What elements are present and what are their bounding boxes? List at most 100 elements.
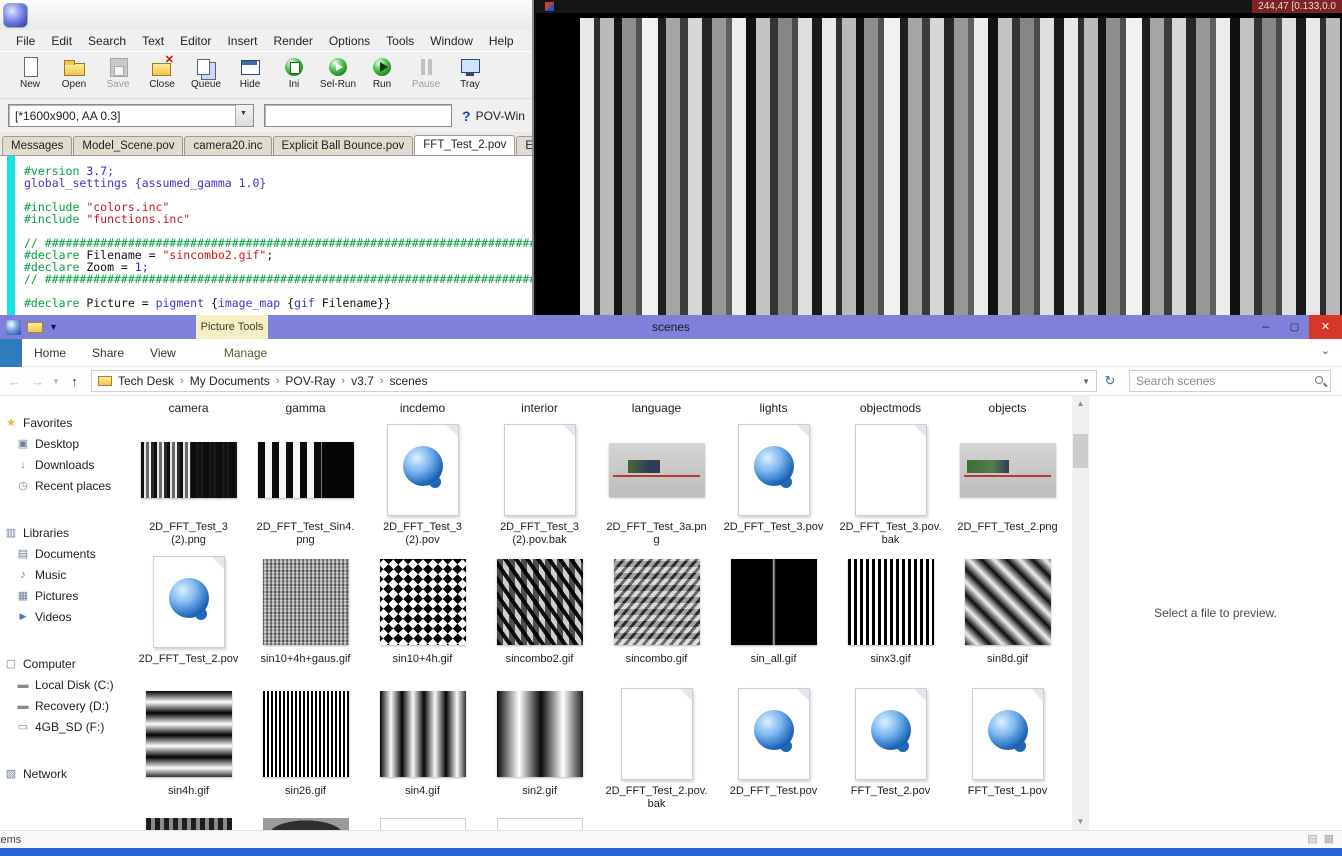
sidebar-item-pictures[interactable]: ▦Pictures [0, 585, 122, 606]
history-dropdown-icon[interactable] [50, 377, 62, 386]
file-sinx3-gif[interactable]: sinx3.gif [832, 554, 949, 686]
toolbar-run-button[interactable]: Run [360, 55, 404, 90]
file-2d-fft-test-2-pov[interactable]: 2D_FFT_Test_2.pov [130, 554, 247, 686]
scroll-up-icon[interactable] [1072, 396, 1089, 412]
toolbar-open-button[interactable]: Open [52, 55, 96, 90]
file-2d-fft-test-3-pov-bak[interactable]: 2D_FFT_Test_3.pov.bak [832, 422, 949, 554]
sidebar-item-videos[interactable]: ▶Videos [0, 606, 122, 627]
editor-tab-eval-pi[interactable]: Eval_pi [516, 136, 532, 155]
file-2d-fft-test-3-pov[interactable]: 2D_FFT_Test_3.pov [715, 422, 832, 554]
breadcrumb-item-pov-ray[interactable]: POV-Ray [285, 374, 335, 388]
toolbar-save-button[interactable]: Save [96, 55, 140, 90]
details-view-icon[interactable]: ▤ [1307, 832, 1317, 845]
folder-interior[interactable]: interior [481, 396, 598, 422]
file-menu-button[interactable] [0, 339, 22, 367]
file-sincombo-gif[interactable]: sincombo.gif [598, 554, 715, 686]
folder-camera[interactable]: camera [130, 396, 247, 422]
toolbar-pause-button[interactable]: Pause [404, 55, 448, 90]
close-button[interactable] [1309, 315, 1342, 339]
scroll-down-icon[interactable] [1072, 814, 1089, 830]
ribbon-collapse-icon[interactable] [1321, 344, 1330, 357]
ribbon-tab-view[interactable]: View [150, 346, 176, 360]
file-2d-fft-test-3-2-pov[interactable]: 2D_FFT_Test_3 (2).pov [364, 422, 481, 554]
sidebar-item-recovery-d[interactable]: ▬Recovery (D:) [0, 695, 122, 716]
toolbar-queue-button[interactable]: Queue [184, 55, 228, 90]
back-button[interactable] [4, 374, 25, 389]
breadcrumb-item-v3-7[interactable]: v3.7 [351, 374, 374, 388]
search-input[interactable] [1130, 374, 1306, 388]
sidebar-item-documents[interactable]: ▤Documents [0, 543, 122, 564]
file-2d-fft-test-2-png[interactable]: 2D_FFT_Test_2.png [949, 422, 1066, 554]
file-sin8d-gif[interactable]: sin8d.gif [949, 554, 1066, 686]
file-2d-fft-test-sin4-png[interactable]: 2D_FFT_Test_Sin4.png [247, 422, 364, 554]
editor-tab-model-scene-pov[interactable]: Model_Scene.pov [73, 136, 183, 155]
folder-objects[interactable]: objects [949, 396, 1066, 422]
explorer-titlebar[interactable]: ▼ Picture Tools scenes [0, 315, 1342, 339]
file-fft-test-1-pov[interactable]: FFT_Test_1.pov [949, 686, 1066, 818]
file-sin26-gif[interactable]: sin26.gif [247, 686, 364, 818]
address-dropdown-icon[interactable] [1082, 377, 1090, 386]
folder-language[interactable]: language [598, 396, 715, 422]
menu-options[interactable]: Options [321, 32, 378, 50]
forward-button[interactable] [27, 374, 48, 389]
thumbnail-view-icon[interactable]: ▦ [1324, 832, 1334, 845]
sidebar-group-label-network[interactable]: ▧Network [0, 763, 122, 784]
editor-tab-camera20-inc[interactable]: camera20.inc [184, 136, 271, 155]
menu-help[interactable]: Help [481, 32, 522, 50]
file-2d-fft-test-3a-png[interactable]: 2D_FFT_Test_3a.png [598, 422, 715, 554]
folder-lights[interactable]: lights [715, 396, 832, 422]
sidebar-group-label-favorites[interactable]: ★Favorites [0, 412, 122, 433]
picture-tools-group[interactable]: Picture Tools [196, 315, 268, 339]
menu-insert[interactable]: Insert [219, 32, 265, 50]
toolbar-hide-button[interactable]: Hide [228, 55, 272, 90]
render-titlebar[interactable]: 244,47 [0.133,0.0 [536, 0, 1342, 13]
sidebar-item-local-disk-c[interactable]: ▬Local Disk (C:) [0, 674, 122, 695]
file-sin10-4h-gaus-gif[interactable]: sin10+4h+gaus.gif [247, 554, 364, 686]
minimize-button[interactable] [1251, 315, 1280, 339]
folder-icon[interactable] [27, 322, 43, 333]
sidebar-item-music[interactable]: ♪Music [0, 564, 122, 585]
render-preset-combo[interactable]: [*1600x900, AA 0.3] [8, 104, 254, 127]
file-2d-fft-test-3-2-pov-bak[interactable]: 2D_FFT_Test_3 (2).pov.bak [481, 422, 598, 554]
ribbon-tab-manage[interactable]: Manage [224, 346, 267, 360]
menu-render[interactable]: Render [265, 32, 320, 50]
combo-dropdown-icon[interactable] [235, 105, 253, 126]
quick-access-dropdown-icon[interactable]: ▼ [49, 322, 58, 332]
file-fft-test-2-pov[interactable]: FFT_Test_2.pov [832, 686, 949, 818]
file-sin2-gif[interactable]: sin2.gif [481, 686, 598, 818]
menu-tools[interactable]: Tools [378, 32, 422, 50]
breadcrumb[interactable]: Tech Desk›My Documents›POV-Ray›v3.7›scen… [91, 370, 1097, 392]
breadcrumb-item-tech-desk[interactable]: Tech Desk [118, 374, 174, 388]
sidebar-item-desktop[interactable]: ▣Desktop [0, 433, 122, 454]
breadcrumb-item-scenes[interactable]: scenes [389, 374, 427, 388]
refresh-icon[interactable] [1099, 373, 1121, 389]
ribbon-tab-home[interactable]: Home [34, 346, 66, 360]
code-editor[interactable]: #version 3.7;global_settings {assumed_ga… [0, 156, 532, 315]
menu-search[interactable]: Search [80, 32, 134, 50]
maximize-button[interactable] [1280, 315, 1309, 339]
editor-tab-fft-test-2-pov[interactable]: FFT_Test_2.pov [414, 135, 515, 156]
toolbar-close-button[interactable]: Close [140, 55, 184, 90]
up-button[interactable] [64, 374, 85, 389]
toolbar-selrun-button[interactable]: Sel-Run [316, 55, 360, 90]
sidebar-group-label-libraries[interactable]: ▥Libraries [0, 522, 122, 543]
file-2d-fft-test-3-2-png[interactable]: 2D_FFT_Test_3 (2).png [130, 422, 247, 554]
file-sincombo2-gif[interactable]: sincombo2.gif [481, 554, 598, 686]
vertical-scrollbar[interactable] [1072, 396, 1089, 830]
ribbon-tab-share[interactable]: Share [92, 346, 124, 360]
scrollbar-thumb[interactable] [1073, 434, 1088, 468]
sidebar-group-label-computer[interactable]: ▢Computer [0, 653, 122, 674]
folder-incdemo[interactable]: incdemo [364, 396, 481, 422]
file-sin4h-gif[interactable]: sin4h.gif [130, 686, 247, 818]
folder-gamma[interactable]: gamma [247, 396, 364, 422]
toolbar-new-button[interactable]: New [8, 55, 52, 90]
file-sin4-gif[interactable]: sin4.gif [364, 686, 481, 818]
search-icon[interactable] [1315, 376, 1323, 384]
file-sin-all-gif[interactable]: sin_all.gif [715, 554, 832, 686]
file-2d-fft-test-pov[interactable]: 2D_FFT_Test.pov [715, 686, 832, 818]
command-line-field[interactable] [264, 104, 452, 127]
taskbar[interactable] [0, 848, 1342, 856]
file-2d-fft-test-2-pov-bak[interactable]: 2D_FFT_Test_2.pov.bak [598, 686, 715, 818]
menu-window[interactable]: Window [422, 32, 481, 50]
menu-text[interactable]: Text [134, 32, 172, 50]
